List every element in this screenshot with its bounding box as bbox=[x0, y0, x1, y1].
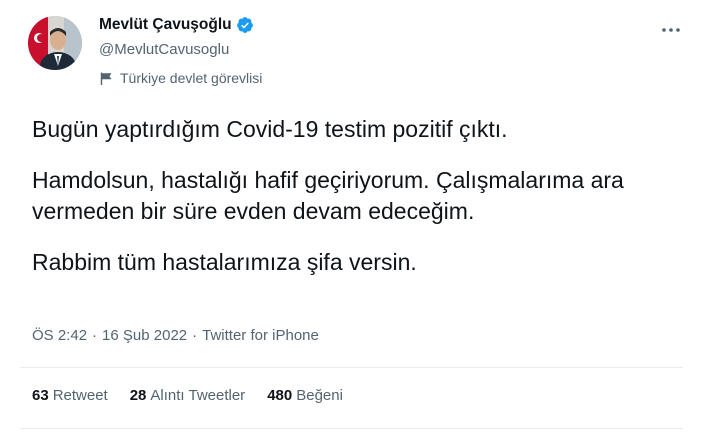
tweet-text: Bugün yaptırdığım Covid-19 testim poziti… bbox=[32, 114, 672, 278]
government-flag-icon bbox=[99, 71, 114, 86]
meta-separator: · bbox=[192, 327, 198, 344]
tweet-line: Hamdolsun, hastalığı hafif geçiriyorum. … bbox=[32, 167, 624, 224]
retweets-label: Retweet bbox=[52, 387, 108, 404]
retweets-stat[interactable]: 63 Retweet bbox=[32, 387, 108, 404]
divider bbox=[20, 428, 683, 429]
likes-count: 480 bbox=[267, 387, 293, 404]
tweet-line: Bugün yaptırdığım Covid-19 testim poziti… bbox=[32, 116, 508, 142]
more-options-icon[interactable] bbox=[657, 20, 685, 40]
likes-stat[interactable]: 480 Beğeni bbox=[267, 387, 343, 404]
quotes-count: 28 bbox=[129, 387, 147, 404]
tweet-stats: 63 Retweet 28 Alıntı Tweetler 480 Beğeni bbox=[32, 387, 365, 404]
avatar-image bbox=[28, 16, 82, 70]
likes-label: Beğeni bbox=[296, 387, 343, 404]
author-display-name[interactable]: Mevlüt Çavuşoğlu bbox=[99, 16, 232, 34]
verified-badge-icon bbox=[236, 16, 254, 34]
meta-separator: · bbox=[92, 327, 98, 344]
author-name-row: Mevlüt Çavuşoğlu bbox=[99, 16, 254, 34]
tweet-line: Rabbim tüm hastalarımıza şifa versin. bbox=[32, 249, 417, 275]
avatar[interactable] bbox=[28, 16, 82, 70]
quotes-label: Alıntı Tweetler bbox=[150, 387, 246, 404]
account-label-row: Türkiye devlet görevlisi bbox=[99, 70, 262, 86]
retweets-count: 63 bbox=[32, 387, 49, 404]
divider bbox=[20, 367, 683, 368]
tweet-source[interactable]: Twitter for iPhone bbox=[202, 327, 319, 344]
tweet-time[interactable]: ÖS 2:42 bbox=[32, 327, 87, 344]
tweet-date[interactable]: 16 Şub 2022 bbox=[102, 327, 187, 344]
account-label: Türkiye devlet görevlisi bbox=[120, 70, 263, 86]
tweet-meta: ÖS 2:42 · 16 Şub 2022 · Twitter for iPho… bbox=[32, 327, 319, 344]
author-handle[interactable]: @MevlutCavusoglu bbox=[99, 41, 229, 58]
tweet-card: Mevlüt Çavuşoğlu @MevlutCavusoglu Türkiy… bbox=[0, 0, 703, 434]
quotes-stat[interactable]: 28 Alıntı Tweetler bbox=[130, 387, 245, 404]
